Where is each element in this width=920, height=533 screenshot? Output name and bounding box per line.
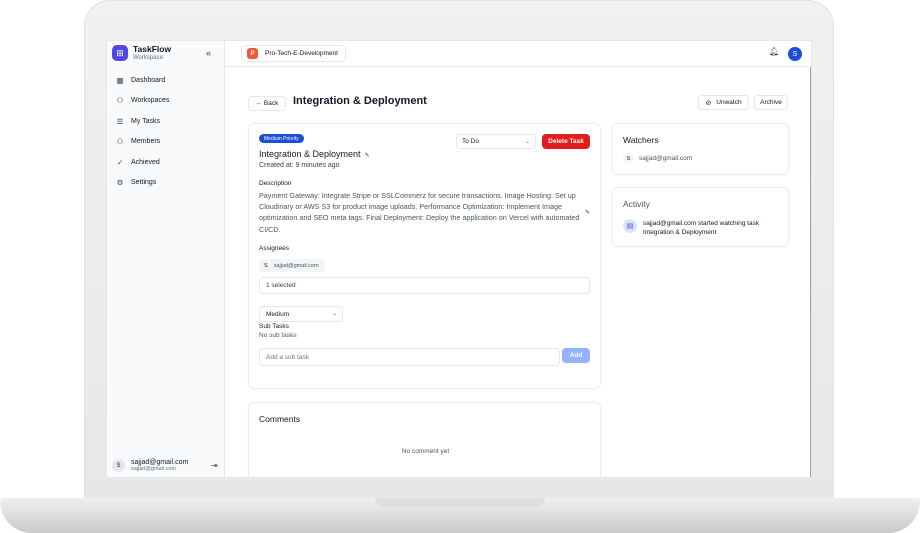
brand-name: TaskFlow	[133, 44, 172, 55]
sidebar-item-dashboard[interactable]: ▦ Dashboard	[115, 74, 219, 86]
laptop-mockup: ⊞ TaskFlow Workspace « ▦ Dashboard ⚇ Wor…	[0, 0, 920, 533]
users-icon: ⚇	[116, 137, 124, 146]
laptop-notch	[375, 498, 545, 507]
page-title: Integration & Deployment	[293, 95, 427, 107]
scrollbar[interactable]	[810, 67, 811, 477]
assignee-chip: S sajjad@gmail.com	[259, 259, 325, 272]
avatar: S	[112, 459, 125, 473]
edit-icon[interactable]: ✎	[365, 153, 370, 159]
check-circle-icon: ✓	[116, 157, 124, 167]
unwatch-button[interactable]: ⊘ Unwatch	[698, 95, 749, 110]
priority-value: Medium	[266, 310, 290, 318]
assignee-email: sajjad@gmail.com	[273, 262, 319, 269]
chevron-down-icon: ⌄	[331, 311, 337, 317]
priority-badge: Medium Priority	[259, 134, 304, 143]
edit-icon[interactable]: ✎	[585, 209, 590, 216]
sidebar-nav: ▦ Dashboard ⚇ Workspaces ☰ My Tasks ⚇ Me…	[115, 74, 219, 197]
brand-logo-icon: ⊞	[112, 45, 128, 61]
sidebar-item-label: Members	[131, 138, 161, 145]
archive-button[interactable]: Archive	[754, 95, 788, 110]
watcher-email: sajjad@gmail.com	[639, 155, 693, 162]
activity-title: Activity	[623, 199, 650, 209]
activity-card: Activity ▤ sajjad@gmail.com started watc…	[612, 187, 789, 247]
sidebar-item-workspaces[interactable]: ⚇ Workspaces	[115, 95, 219, 107]
sidebar-item-my-tasks[interactable]: ☰ My Tasks	[115, 115, 219, 127]
sidebar-item-label: My Tasks	[131, 117, 161, 125]
priority-select[interactable]: Medium ⌄	[259, 306, 343, 322]
sidebar-item-label: Achieved	[131, 158, 160, 166]
brand[interactable]: ⊞ TaskFlow Workspace	[112, 45, 171, 61]
activity-task: Integration & Deployment	[643, 229, 717, 236]
task-title-text: Integration & Deployment	[259, 149, 361, 159]
task-description: Payment Gateway: Integrate Stripe or SSL…	[259, 191, 580, 234]
double-chevron-left-icon[interactable]: «	[206, 48, 211, 58]
users-icon: ⚇	[116, 96, 124, 105]
watcher-item: S sajjad@gmail.com	[623, 153, 692, 164]
avatar: S	[623, 153, 634, 164]
logout-icon[interactable]: ⇥	[211, 461, 218, 470]
created-at: Created at: 9 minutes ago	[259, 162, 340, 169]
activity-item: ▤ sajjad@gmail.com started watching task…	[623, 219, 759, 237]
brand-subtitle: Workspace	[133, 54, 163, 61]
project-tab[interactable]: P Pro-Tech-E-Development	[241, 45, 346, 62]
sidebar-item-label: Settings	[131, 179, 157, 186]
user-email: sajjad@gmail.com	[131, 466, 177, 472]
sidebar-user[interactable]: S sajjad@gmail.com sajjad@gmail.com ⇥	[112, 459, 220, 473]
avatar[interactable]: S	[788, 47, 802, 61]
chevron-down-icon: ⌄	[524, 139, 530, 145]
comments-empty: No comment yet	[401, 448, 450, 455]
comments-title: Comments	[259, 414, 301, 424]
document-icon: ▤	[623, 219, 637, 233]
gear-icon: ⚙	[116, 178, 124, 187]
watchers-card: Watchers S sajjad@gmail.com	[612, 123, 789, 175]
sidebar: ⊞ TaskFlow Workspace « ▦ Dashboard ⚇ Wor…	[107, 41, 225, 477]
project-badge: P	[247, 48, 258, 59]
app-screen: ⊞ TaskFlow Workspace « ▦ Dashboard ⚇ Wor…	[106, 40, 812, 478]
topbar: P Pro-Tech-E-Development 🔔︎ S	[225, 41, 811, 67]
sidebar-item-achieved[interactable]: ✓ Achieved	[115, 156, 219, 168]
avatar: S	[264, 262, 268, 269]
subtasks-label: Sub Tasks	[259, 323, 289, 330]
task-card: Medium Priority Integration & Deployment…	[248, 123, 601, 389]
description-label: Description	[259, 180, 292, 187]
assignee-select[interactable]: 1 selected	[259, 277, 590, 294]
watchers-title: Watchers	[623, 135, 659, 145]
list-icon: ☰	[116, 116, 124, 126]
sidebar-item-label: Workspaces	[131, 97, 170, 104]
status-value: To Do	[462, 138, 479, 145]
subtask-input[interactable]	[259, 348, 560, 366]
comments-card: Comments No comment yet	[248, 402, 601, 477]
status-select[interactable]: To Do ⌄	[456, 134, 536, 149]
project-name: Pro-Tech-E-Development	[265, 50, 338, 57]
bell-icon[interactable]: 🔔︎	[769, 47, 779, 56]
assignees-label: Assignees	[259, 245, 289, 252]
back-button[interactable]: ← Back	[248, 96, 286, 111]
subtasks-empty: No sub tasks	[259, 332, 297, 339]
add-subtask-button[interactable]: Add	[562, 348, 590, 363]
sidebar-item-settings[interactable]: ⚙ Settings	[115, 177, 219, 189]
sidebar-item-label: Dashboard	[131, 76, 166, 84]
delete-task-button[interactable]: Delete Task	[542, 134, 590, 149]
unwatch-label: Unwatch	[716, 99, 742, 106]
user-name: sajjad@gmail.com	[131, 459, 189, 466]
task-title: Integration & Deployment ✎	[259, 149, 370, 159]
grid-icon: ▦	[116, 75, 124, 85]
sidebar-item-members[interactable]: ⚇ Members	[115, 136, 219, 148]
activity-line: sajjad@gmail.com started watching task	[643, 220, 760, 227]
eye-off-icon: ⊘	[705, 99, 712, 107]
